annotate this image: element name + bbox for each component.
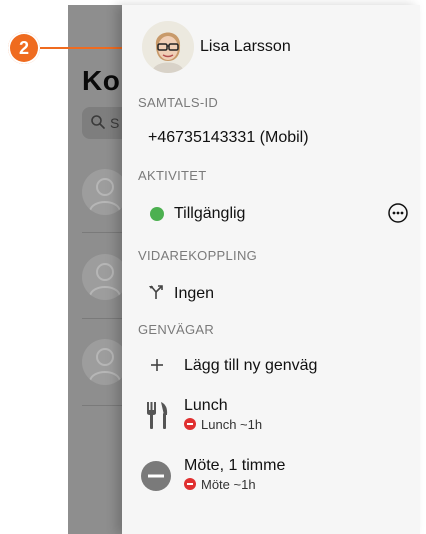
caller-id-value[interactable]: +46735143331 (Mobil): [148, 129, 309, 147]
shortcut-meeting-status: Möte ~1h: [184, 477, 256, 492]
activity-header: AKTIVITET: [138, 168, 207, 183]
user-name: Lisa Larsson: [200, 38, 291, 55]
fork-knife-icon: [147, 402, 168, 429]
forward-arrow-icon: [149, 285, 163, 299]
more-options-button[interactable]: [388, 203, 408, 223]
callout-marker: 2: [8, 32, 40, 64]
caller-id-header: SAMTALS-ID: [138, 95, 219, 110]
busy-status-icon: [184, 418, 196, 430]
background-search-text: S: [110, 115, 120, 131]
busy-status-icon: [184, 478, 196, 490]
forwarding-header: VIDAREKOPPLING: [138, 248, 258, 263]
shortcut-lunch-status: Lunch ~1h: [184, 417, 262, 432]
background-title: Ko: [82, 65, 121, 96]
plus-icon: [151, 359, 163, 371]
shortcut-meeting-subtitle: Möte ~1h: [201, 477, 256, 492]
avatar[interactable]: [142, 21, 194, 73]
minus-circle-icon: [141, 461, 171, 491]
shortcut-meeting-title: Möte, 1 timme: [184, 457, 286, 474]
status-available-icon: [150, 207, 164, 221]
shortcut-lunch-title: Lunch: [184, 397, 228, 414]
shortcut-lunch-subtitle: Lunch ~1h: [201, 417, 263, 432]
forwarding-value[interactable]: Ingen: [174, 285, 214, 303]
activity-value[interactable]: Tillgänglig: [174, 205, 245, 223]
background-app: Ko S: [68, 5, 128, 534]
shortcuts-header: GENVÄGAR: [138, 322, 215, 337]
profile-panel: Lisa Larsson SAMTALS-ID +46735143331 (Mo…: [122, 5, 420, 534]
add-shortcut-label: Lägg till ny genväg: [184, 357, 318, 374]
search-icon: [91, 115, 105, 129]
